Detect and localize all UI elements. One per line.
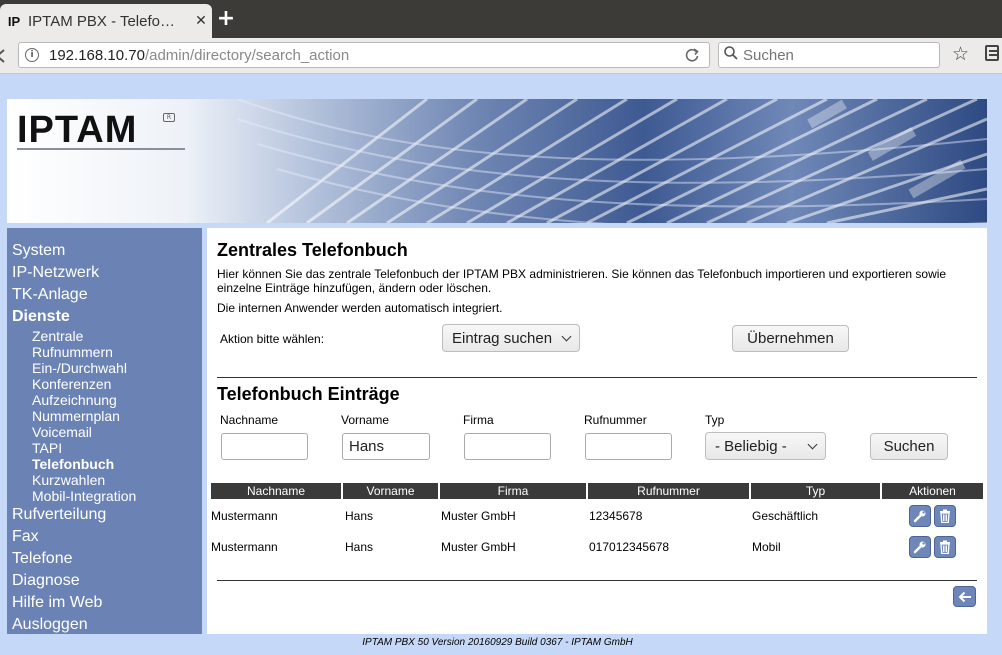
column-header-rufnummer[interactable]: Rufnummer (588, 483, 749, 499)
typ-label: Typ (705, 413, 725, 427)
sidebar-subitem-aufzeichnung[interactable]: Aufzeichnung (7, 392, 202, 408)
chevron-down-icon (561, 331, 572, 342)
iptam-logo: IPTAM (17, 109, 138, 151)
close-icon[interactable]: ✕ (190, 13, 212, 29)
action-label: Aktion bitte wählen: (220, 332, 325, 346)
typ-select[interactable]: - Beliebig - (705, 432, 826, 460)
sidebar-subitem-konferenzen[interactable]: Konferenzen (7, 376, 202, 392)
search-button[interactable]: Suchen (870, 433, 948, 460)
nachname-input[interactable] (221, 433, 308, 460)
column-header-firma[interactable]: Firma (440, 483, 586, 499)
column-header-typ[interactable]: Typ (751, 483, 880, 499)
sidebar-item-diagnose[interactable]: Diagnose (7, 570, 202, 592)
iptam-favicon-icon: IP (7, 13, 21, 29)
delete-trash-icon[interactable] (934, 504, 956, 527)
sidebar-subitem-nummernplan[interactable]: Nummernplan (7, 408, 202, 424)
cell-typ: Geschäftlich (752, 508, 819, 523)
search-icon (723, 45, 739, 65)
sidebar-item-hilfe-im-web[interactable]: Hilfe im Web (7, 592, 202, 614)
action-select-value: Eintrag suchen (452, 329, 553, 347)
cell-vorname: Hans (345, 539, 374, 554)
sidebar-subitem-rufnummern[interactable]: Rufnummern (7, 344, 202, 360)
sidebar-nav: System IP-Netzwerk TK-Anlage Dienste Zen… (7, 228, 202, 634)
table-row: Mustermann Hans Muster GmbH 017012345678… (211, 532, 983, 561)
sidebar-item-system[interactable]: System (7, 240, 202, 262)
divider (217, 377, 977, 378)
sidebar-subitem-kurzwahlen[interactable]: Kurzwahlen (7, 472, 202, 488)
vorname-label: Vorname (341, 413, 390, 427)
sidebar-subitem-telefonbuch[interactable]: Telefonbuch (7, 456, 202, 472)
table-header-row: Nachname Vorname Firma Rufnummer Typ Akt… (211, 483, 983, 499)
browser-tabbar: IP IPTAM PBX - Telefo… ✕ + (0, 0, 1002, 38)
sidebar-item-tk-anlage[interactable]: TK-Anlage (7, 284, 202, 306)
info-icon[interactable]: i (25, 48, 39, 62)
back-arrow-icon[interactable] (0, 43, 14, 69)
header-banner: IPTAM R (7, 99, 987, 223)
browser-search-input[interactable] (739, 46, 929, 64)
logo-underline (17, 148, 185, 150)
main-content: Zentrales Telefonbuch Hier können Sie da… (207, 228, 987, 634)
column-header-aktionen: Aktionen (882, 483, 983, 499)
rufnummer-label: Rufnummer (584, 413, 647, 427)
browser-search-bar[interactable] (718, 42, 940, 68)
browser-tab[interactable]: IP IPTAM PBX - Telefo… ✕ (0, 4, 212, 38)
firma-input[interactable] (464, 433, 551, 460)
rufnummer-input[interactable] (585, 433, 672, 460)
page-title: Zentrales Telefonbuch (217, 240, 408, 260)
cell-nachname: Mustermann (211, 539, 278, 554)
logo-trademark-icon: R (163, 113, 175, 122)
sidebar-item-fax[interactable]: Fax (7, 526, 202, 548)
sidebar-subitem-zentrale[interactable]: Zentrale (7, 328, 202, 344)
sidebar-subitem-voicemail[interactable]: Voicemail (7, 424, 202, 440)
cell-vorname: Hans (345, 508, 374, 523)
apply-button[interactable]: Übernehmen (732, 325, 849, 352)
vorname-input[interactable] (342, 433, 430, 460)
cell-firma: Muster GmbH (441, 508, 516, 523)
sidebar-item-rufverteilung[interactable]: Rufverteilung (7, 504, 202, 526)
edit-wrench-icon[interactable] (909, 504, 931, 527)
reload-icon[interactable] (683, 46, 701, 64)
page-description: Hier können Sie das zentrale Telefonbuch… (217, 267, 947, 295)
footer-version: IPTAM PBX 50 Version 20160929 Build 0367… (362, 637, 633, 648)
url-host: 192.168.10.70 (49, 46, 145, 64)
cell-typ: Mobil (752, 539, 781, 554)
cell-rufnummer: 12345678 (589, 508, 643, 523)
sidebar-item-telefone[interactable]: Telefone (7, 548, 202, 570)
url-bar[interactable]: i 192.168.10.70/admin/directory/search_a… (18, 42, 710, 68)
column-header-vorname[interactable]: Vorname (343, 483, 438, 499)
nachname-label: Nachname (220, 413, 279, 427)
cell-actions (882, 532, 983, 561)
sidebar-item-ausloggen[interactable]: Ausloggen (7, 614, 202, 636)
entries-table: Nachname Vorname Firma Rufnummer Typ Akt… (209, 481, 985, 563)
sidebar-subitem-mobil-integration[interactable]: Mobil-Integration (7, 488, 202, 504)
chevron-down-icon (807, 439, 818, 450)
browser-navbar: i 192.168.10.70/admin/directory/search_a… (0, 38, 1002, 74)
banner-grid-decoration (236, 99, 987, 223)
typ-select-value: - Beliebig - (715, 437, 787, 455)
cell-rufnummer: 017012345678 (589, 539, 670, 554)
url-path: /admin/directory/search_action (144, 46, 350, 64)
new-tab-icon[interactable]: + (216, 8, 236, 30)
page-description-note: Die internen Anwender werden automatisch… (217, 301, 503, 315)
action-select[interactable]: Eintrag suchen (442, 324, 580, 352)
sidebar-item-dienste[interactable]: Dienste (7, 306, 202, 328)
cell-firma: Muster GmbH (441, 539, 516, 554)
cell-nachname: Mustermann (211, 508, 278, 523)
reading-list-icon[interactable] (985, 45, 999, 61)
column-header-nachname[interactable]: Nachname (211, 483, 341, 499)
divider (217, 580, 977, 581)
edit-wrench-icon[interactable] (909, 535, 931, 558)
table-row: Mustermann Hans Muster GmbH 12345678 Ges… (211, 501, 983, 530)
bookmark-star-icon[interactable]: ☆ (952, 43, 969, 65)
cell-actions (882, 501, 983, 530)
back-arrow-button[interactable] (953, 586, 976, 607)
sidebar-subitem-ein-durchwahl[interactable]: Ein-/Durchwahl (7, 360, 202, 376)
sidebar-item-ip-netzwerk[interactable]: IP-Netzwerk (7, 262, 202, 284)
entries-title: Telefonbuch Einträge (217, 384, 400, 404)
sidebar-subitem-tapi[interactable]: TAPI (7, 440, 202, 456)
firma-label: Firma (463, 413, 494, 427)
delete-trash-icon[interactable] (934, 535, 956, 558)
tab-title: IPTAM PBX - Telefo… (28, 12, 175, 30)
